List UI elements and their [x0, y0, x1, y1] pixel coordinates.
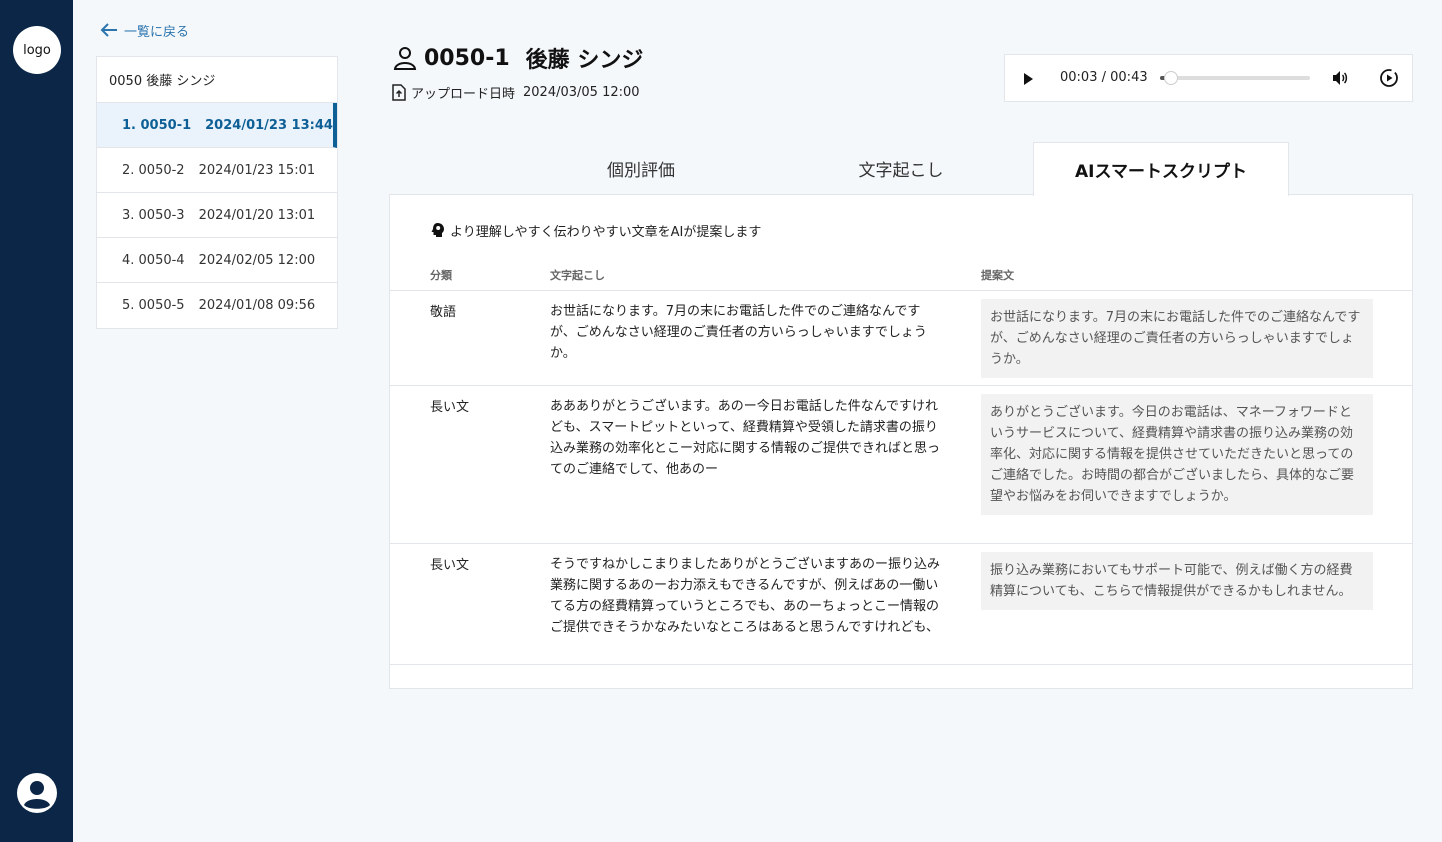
row-suggestion-text: 振り込み業務においてもサポート可能で、例えば働く方の経費精算についても、こちらで…	[981, 552, 1373, 610]
page-title: 0050-1 後藤 シンジ	[392, 42, 643, 74]
back-link[interactable]: 一覧に戻る	[100, 20, 189, 40]
tab-bar: 個別評価 文字起こし AIスマートスクリプト	[389, 142, 1413, 196]
tab-individual-evaluation[interactable]: 個別評価	[511, 142, 771, 195]
playback-time: 00:03 / 00:43	[1060, 70, 1148, 85]
upload-info: アップロード日時 2024/03/05 12:00	[392, 82, 640, 102]
ai-hint: より理解しやすく伝わりやすい文章をAIが提案します	[430, 221, 762, 240]
table-row: 長い文 ああありがとうございます。あのー今日お電話した件なんですけれども、スマー…	[390, 386, 1412, 544]
column-header-transcription: 文字起こし	[550, 269, 605, 282]
volume-icon[interactable]	[1331, 69, 1349, 87]
duration: 00:43	[1110, 70, 1148, 85]
lightbulb-head-icon	[431, 223, 444, 237]
tab-transcription[interactable]: 文字起こし	[771, 142, 1031, 195]
list-item-date: 2024/01/23 13:44	[205, 117, 333, 133]
ai-hint-text: より理解しやすく伝わりやすい文章をAIが提案します	[450, 224, 762, 240]
record-name: 後藤 シンジ	[525, 48, 644, 73]
list-item[interactable]: 5. 0050-5 2024/01/08 09:56	[97, 283, 337, 328]
list-item-date: 2024/01/23 15:01	[198, 162, 316, 178]
play-icon[interactable]	[1021, 71, 1035, 87]
person-icon	[393, 47, 417, 70]
row-suggestion-text: お世話になります。7月の末にお電話した件でのご連絡なんですが、ごめんなさい経理の…	[981, 299, 1373, 378]
row-original-text: そうですねかしこまりましたありがとうございますあのー振り込み業務に関するあのーお…	[550, 557, 941, 635]
list-item-id: 2. 0050-2	[122, 162, 185, 178]
sidebar: logo	[0, 0, 73, 842]
arrow-left-icon	[100, 23, 117, 37]
list-item[interactable]: 4. 0050-4 2024/02/05 12:00	[97, 238, 337, 283]
list-item[interactable]: 1. 0050-1 2024/01/23 13:44	[97, 103, 337, 148]
playback-speed-icon[interactable]	[1379, 68, 1399, 88]
smart-script-panel: より理解しやすく伝わりやすい文章をAIが提案します 分類 文字起こし 提案文 敬…	[389, 194, 1413, 689]
row-suggestion-text: ありがとうございます。今日のお電話は、マネーフォワードというサービスについて、経…	[981, 394, 1373, 515]
row-category: 敬語	[430, 305, 457, 320]
list-item-id: 5. 0050-5	[122, 298, 185, 313]
list-item[interactable]: 2. 0050-2 2024/01/23 15:01	[97, 148, 337, 193]
list-item-id: 4. 0050-4	[122, 252, 185, 268]
tab-ai-smart-script[interactable]: AIスマートスクリプト	[1033, 142, 1289, 196]
logo: logo	[13, 26, 61, 74]
user-avatar-icon[interactable]	[16, 772, 58, 814]
column-header-category: 分類	[430, 269, 452, 282]
row-original-text: ああありがとうございます。あのー今日お電話した件なんですけれども、スマートピット…	[550, 399, 941, 477]
row-category: 長い文	[430, 558, 470, 573]
list-item-id: 1. 0050-1	[122, 117, 192, 133]
recording-list: 0050 後藤 シンジ 1. 0050-1 2024/01/23 13:44 2…	[96, 56, 338, 329]
table-row: 敬語 お世話になります。7月の末にお電話した件でのご連絡なんですが、ごめんなさい…	[390, 291, 1412, 386]
row-original-text: お世話になります。7月の末にお電話した件でのご連絡なんですが、ごめんなさい経理の…	[550, 304, 927, 361]
upload-value: 2024/03/05 12:00	[523, 84, 640, 100]
row-category: 長い文	[430, 400, 470, 415]
seek-slider[interactable]	[1160, 71, 1310, 85]
table-header: 分類 文字起こし 提案文	[390, 263, 1412, 291]
list-item-date: 2024/01/08 09:56	[198, 298, 316, 313]
column-header-suggestion: 提案文	[981, 269, 1014, 282]
list-item-date: 2024/01/20 13:01	[198, 207, 316, 223]
list-header: 0050 後藤 シンジ	[97, 57, 337, 103]
list-item[interactable]: 3. 0050-3 2024/01/20 13:01	[97, 193, 337, 238]
current-time: 00:03	[1060, 70, 1098, 85]
audio-player: 00:03 / 00:43	[1004, 54, 1413, 102]
back-link-label: 一覧に戻る	[124, 24, 190, 40]
file-upload-icon	[392, 83, 406, 101]
record-code: 0050-1	[424, 45, 510, 71]
table-row: 長い文 そうですねかしこまりましたありがとうございますあのー振り込み業務に関する…	[390, 544, 1412, 665]
upload-label: アップロード日時	[411, 86, 516, 102]
time-separator: /	[1101, 70, 1106, 85]
list-item-id: 3. 0050-3	[122, 207, 185, 223]
list-item-date: 2024/02/05 12:00	[198, 252, 316, 268]
seek-thumb[interactable]	[1163, 71, 1178, 85]
